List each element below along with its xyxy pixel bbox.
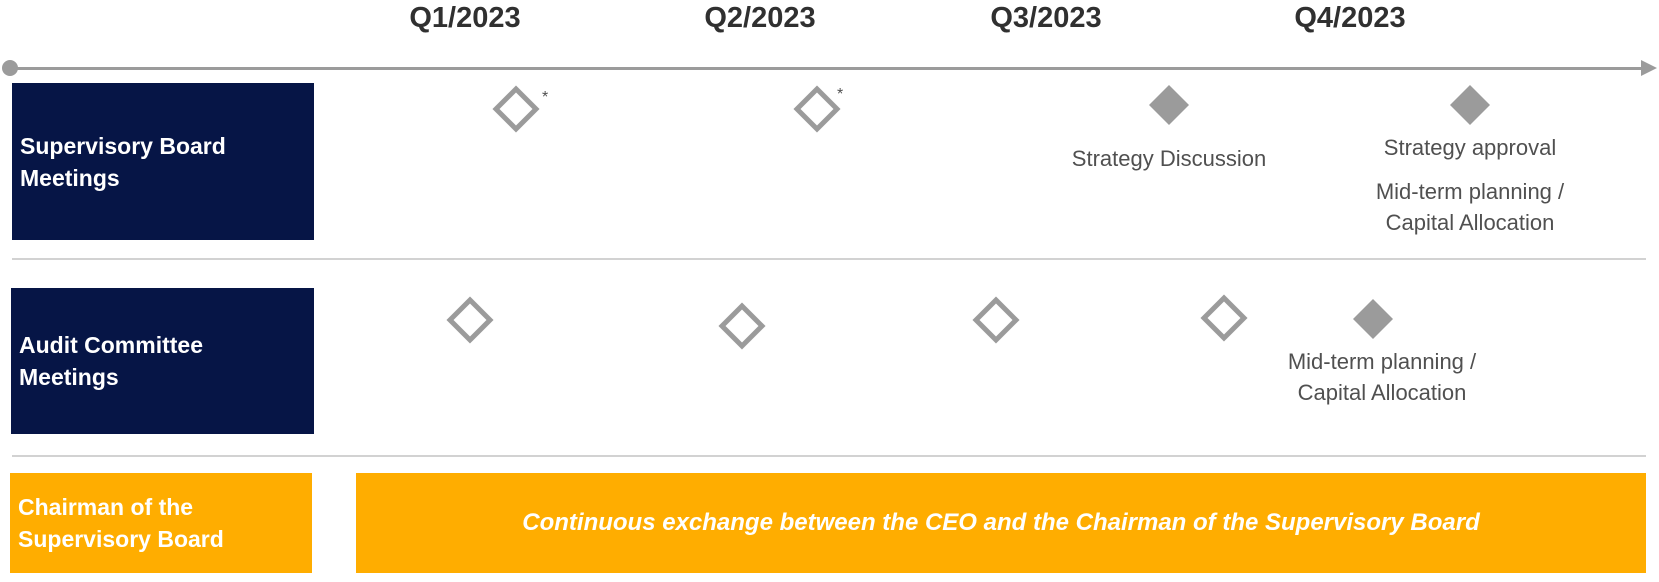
- annotation-strategy-discussion: Strategy Discussion: [1071, 146, 1267, 171]
- hollow-diamond-icon: [446, 296, 494, 344]
- row-label-line: Chairman of the: [18, 494, 194, 520]
- row-divider: [12, 258, 1646, 260]
- row-label-line: Meetings: [20, 164, 120, 191]
- row-label-supervisory-board-meetings: Supervisory Board Meetings: [12, 83, 314, 240]
- hollow-diamond-icon: [1200, 294, 1248, 342]
- hollow-diamond-icon: [793, 85, 841, 133]
- annotation-midterm-planning-line1: Mid-term planning /: [1287, 349, 1477, 374]
- filled-diamond-icon: [1450, 85, 1490, 125]
- row-label-chairman-of-the-supervisory-board: Chairman of the Supervisory Board: [10, 473, 312, 573]
- quarter-q3-header: Q3/2023: [990, 2, 1102, 34]
- hollow-diamond-icon: [972, 296, 1020, 344]
- row-label-line: Supervisory Board: [18, 526, 224, 552]
- annotation-strategy-approval: Strategy approval: [1383, 135, 1557, 160]
- banner-text: Continuous exchange between the CEO and …: [522, 509, 1480, 536]
- hollow-diamond-icon: [492, 85, 540, 133]
- footnote-asterisk: *: [542, 89, 549, 106]
- annotation-midterm-planning-line2: Capital Allocation: [1385, 210, 1555, 235]
- row-label-line: Audit Committee: [19, 332, 203, 358]
- filled-diamond-icon: [1353, 299, 1393, 339]
- filled-diamond-icon: [1149, 85, 1189, 125]
- quarter-q2-header: Q2/2023: [704, 2, 816, 34]
- quarter-q1-header: Q1/2023: [409, 2, 521, 34]
- annotation-midterm-planning-line1: Mid-term planning /: [1375, 179, 1565, 204]
- row-label-line: Meetings: [19, 364, 119, 390]
- footnote-asterisk: *: [837, 86, 844, 103]
- row-divider: [12, 455, 1646, 457]
- row-label-audit-committee-meetings: Audit Committee Meetings: [11, 288, 314, 434]
- row-label-line: Supervisory Board: [20, 132, 226, 159]
- annotation-midterm-planning-line2: Capital Allocation: [1297, 380, 1467, 405]
- timeline-arrow-icon: [1641, 60, 1657, 76]
- timeline-axis: [10, 67, 1646, 70]
- hollow-diamond-icon: [718, 302, 766, 350]
- continuous-exchange-banner: Continuous exchange between the CEO and …: [356, 473, 1646, 573]
- quarter-q4-header: Q4/2023: [1294, 2, 1406, 34]
